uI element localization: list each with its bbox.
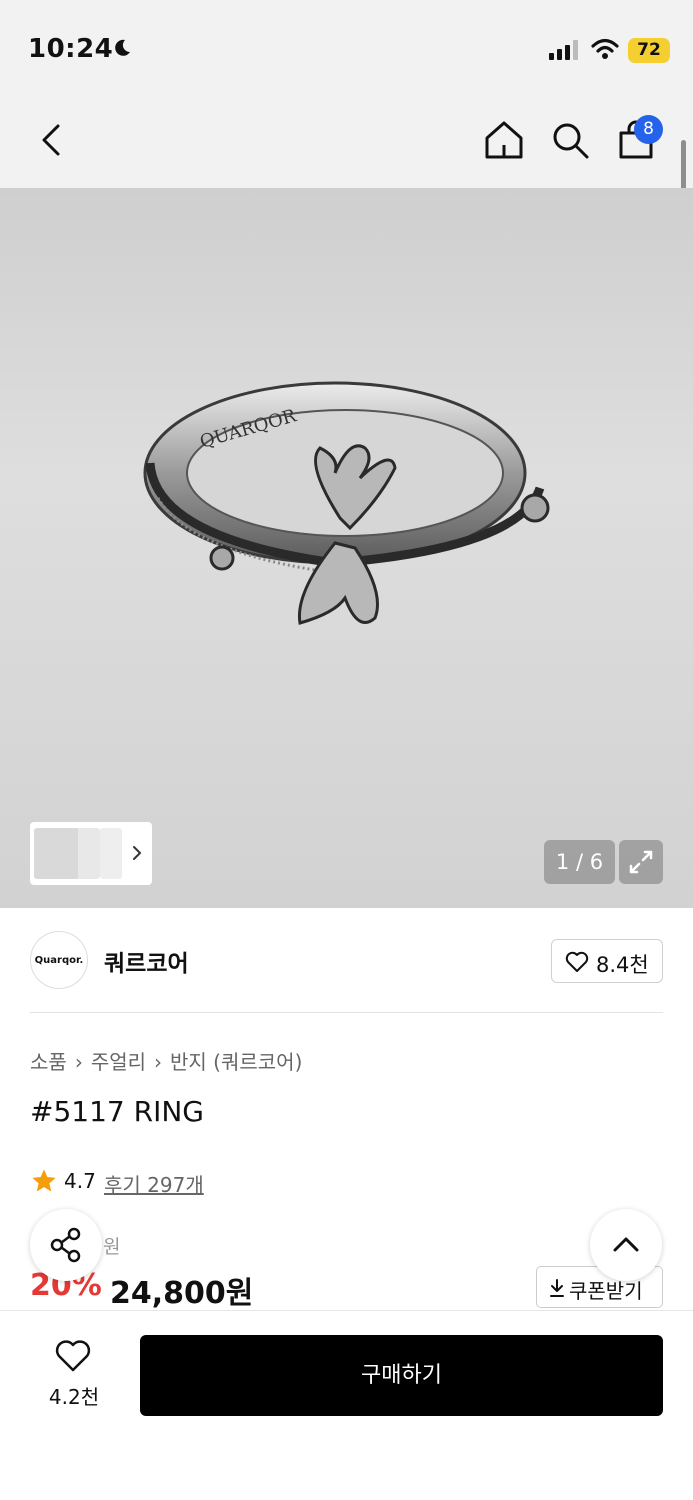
original-price: 원 bbox=[103, 1236, 121, 1258]
signal-icon bbox=[549, 40, 578, 60]
thumbnail[interactable] bbox=[34, 828, 80, 879]
heart-icon bbox=[55, 1340, 91, 1372]
brand-like-count: 8.4천 bbox=[596, 953, 649, 977]
heart-icon bbox=[565, 951, 589, 972]
battery-indicator: 72 bbox=[628, 38, 670, 63]
chevron-right-icon: › bbox=[74, 1050, 83, 1074]
brand-like-button[interactable]: 8.4천 bbox=[551, 939, 663, 983]
wishlist-button[interactable]: 4.2천 bbox=[34, 1337, 114, 1411]
buy-button[interactable]: 구매하기 bbox=[140, 1335, 663, 1416]
breadcrumb-item[interactable]: 반지 (쿼르코어) bbox=[170, 1050, 302, 1074]
home-icon[interactable] bbox=[482, 118, 526, 162]
breadcrumb: 소품 › 주얼리 › 반지 (쿼르코어) bbox=[30, 1046, 302, 1075]
share-button[interactable] bbox=[30, 1209, 102, 1281]
divider bbox=[30, 1012, 663, 1013]
chevron-up-icon bbox=[613, 1237, 639, 1252]
rating-value: 4.7 bbox=[64, 1169, 96, 1193]
bottom-bar: 4.2천 구매하기 bbox=[0, 1310, 693, 1500]
breadcrumb-item[interactable]: 주얼리 bbox=[91, 1050, 146, 1074]
brand-name[interactable]: 쿼르코어 bbox=[104, 944, 189, 978]
status-bar: 10:24 72 bbox=[0, 0, 693, 96]
share-icon bbox=[50, 1227, 81, 1263]
cart-count-badge: 8 bbox=[634, 115, 663, 144]
back-icon[interactable] bbox=[30, 118, 74, 162]
brand-logo[interactable]: Quarqor. bbox=[30, 931, 88, 989]
product-image[interactable]: QUARQOR 1 / 6 bbox=[0, 188, 693, 908]
wifi-icon bbox=[591, 38, 619, 59]
thumbnail[interactable] bbox=[100, 828, 122, 879]
nav-header bbox=[0, 96, 693, 188]
ring-photo: QUARQOR bbox=[143, 381, 550, 625]
chevron-right-icon: › bbox=[154, 1050, 163, 1074]
sale-price: 24,800원 bbox=[110, 1276, 254, 1311]
download-icon bbox=[550, 1279, 564, 1297]
scroll-to-top-button[interactable] bbox=[590, 1209, 662, 1281]
thumbnail-strip[interactable] bbox=[30, 822, 152, 885]
wishlist-count: 4.2천 bbox=[48, 1385, 100, 1409]
product-title: #5117 RING bbox=[30, 1095, 204, 1128]
image-counter: 1 / 6 bbox=[544, 840, 615, 884]
status-time: 10:24 bbox=[28, 34, 114, 64]
thumbnail[interactable] bbox=[78, 828, 100, 879]
search-icon[interactable] bbox=[548, 118, 592, 162]
breadcrumb-item[interactable]: 소품 bbox=[30, 1050, 67, 1074]
review-link[interactable]: 후기 297개 bbox=[104, 1169, 204, 1198]
star-icon bbox=[32, 1169, 56, 1192]
expand-icon[interactable] bbox=[619, 840, 663, 884]
chevron-right-icon[interactable] bbox=[130, 844, 144, 862]
moon-icon bbox=[115, 39, 130, 56]
